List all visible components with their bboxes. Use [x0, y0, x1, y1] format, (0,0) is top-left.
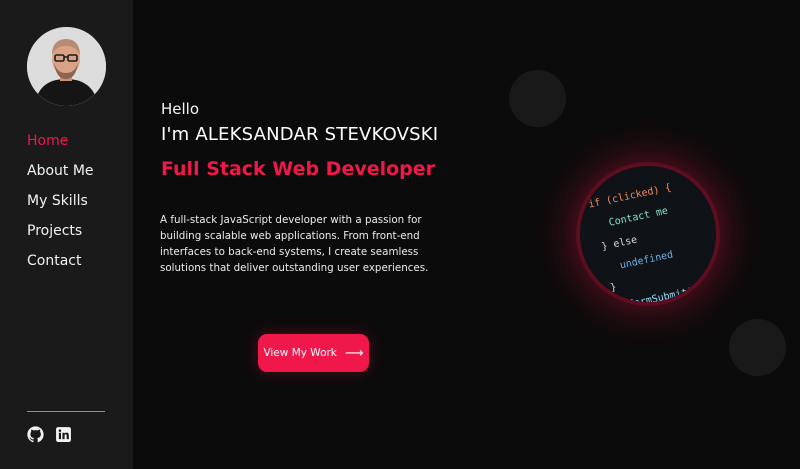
person-avatar-icon — [27, 27, 106, 106]
nav-item-about-me[interactable]: About Me — [27, 162, 94, 180]
nav-item-home[interactable]: Home — [27, 132, 68, 150]
linkedin-icon[interactable] — [55, 426, 72, 443]
decorative-bubble — [509, 70, 566, 127]
avatar — [27, 27, 106, 106]
hero-description: A full-stack JavaScript developer with a… — [160, 214, 429, 274]
sidebar: Home About Me My Skills Projects Contact — [0, 0, 133, 469]
nav-item-contact[interactable]: Contact — [27, 252, 81, 270]
hero-role: Full Stack Web Developer — [161, 158, 436, 180]
hero-name: I'm ALEKSANDAR STEVKOVSKI — [161, 124, 439, 145]
greeting: Hello — [161, 100, 200, 118]
github-icon[interactable] — [27, 426, 44, 443]
nav-item-projects[interactable]: Projects — [27, 222, 82, 240]
social-links — [27, 426, 72, 443]
code-image: if (clicked) { Contact me } else undefin… — [580, 166, 716, 302]
button-label: View My Work — [263, 347, 337, 359]
nav-item-my-skills[interactable]: My Skills — [27, 192, 88, 210]
main-nav: Home About Me My Skills Projects Contact — [27, 130, 94, 280]
view-my-work-button[interactable]: View My Work ⟶ — [258, 334, 369, 372]
arrow-right-icon: ⟶ — [344, 345, 364, 361]
decorative-bubble — [729, 319, 786, 376]
sidebar-divider — [27, 411, 105, 412]
